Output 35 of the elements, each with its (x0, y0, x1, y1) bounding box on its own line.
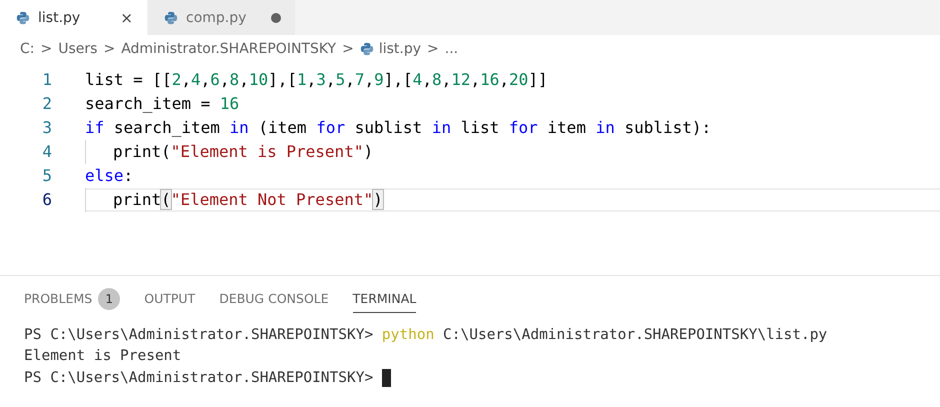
line-number: 3 (41, 117, 53, 139)
breadcrumb-separator: > (342, 41, 354, 57)
python-icon (360, 42, 374, 56)
breadcrumb-separator: > (40, 41, 52, 57)
breadcrumb-item[interactable]: list.py (378, 41, 422, 57)
python-icon (164, 10, 178, 24)
panel-tab[interactable]: PROBLEMS 1 (24, 282, 120, 316)
terminal-line: PS C:\Users\Administrator.SHAREPOINTSKY> (24, 370, 374, 386)
close-icon[interactable]: × (120, 8, 133, 26)
code-text: if search_item in (item for sublist in list for item in sublist): (85, 117, 712, 139)
terminal-line: PS C:\Users\Administrator.SHAREPOINTSKY> python C:\Users\Administrator.SHAREPOINTSKY\list.py (24, 326, 828, 343)
code-text: else: (85, 165, 134, 187)
code-text: print("Element Not Present") (113, 189, 383, 211)
problem-count-badge: 1 (98, 288, 120, 310)
panel-tab[interactable]: DEBUG CONSOLE (219, 285, 329, 313)
panel-tab[interactable]: OUTPUT (144, 285, 196, 313)
terminal-line: Element is Present (24, 348, 182, 364)
panel-tab[interactable]: TERMINAL (352, 285, 416, 313)
python-icon (16, 10, 30, 24)
editor-tab[interactable]: list.py × (0, 0, 148, 35)
line-number: 2 (41, 93, 53, 115)
line-number: 1 (41, 69, 53, 91)
code-text: print("Element is Present") (113, 141, 374, 163)
line-number: 5 (41, 165, 53, 187)
breadcrumb-item[interactable]: Administrator.SHAREPOINTSKY (121, 41, 336, 57)
breadcrumb-separator: > (103, 41, 116, 57)
editor-tab[interactable]: comp.py (148, 0, 296, 35)
code-text: search_item = 16 (85, 93, 240, 115)
line-number: 4 (41, 141, 53, 163)
breadcrumb-item[interactable]: C: (20, 41, 34, 57)
breadcrumb-item[interactable]: Users (58, 41, 98, 57)
line-number: 6 (41, 189, 53, 211)
breadcrumb-separator: > (427, 41, 439, 57)
code-text: list = [[2,4,6,8,10],[1,3,5,7,9],[4,8,12,16,20]] (85, 69, 548, 91)
breadcrumb-item[interactable]: ... (444, 41, 458, 57)
